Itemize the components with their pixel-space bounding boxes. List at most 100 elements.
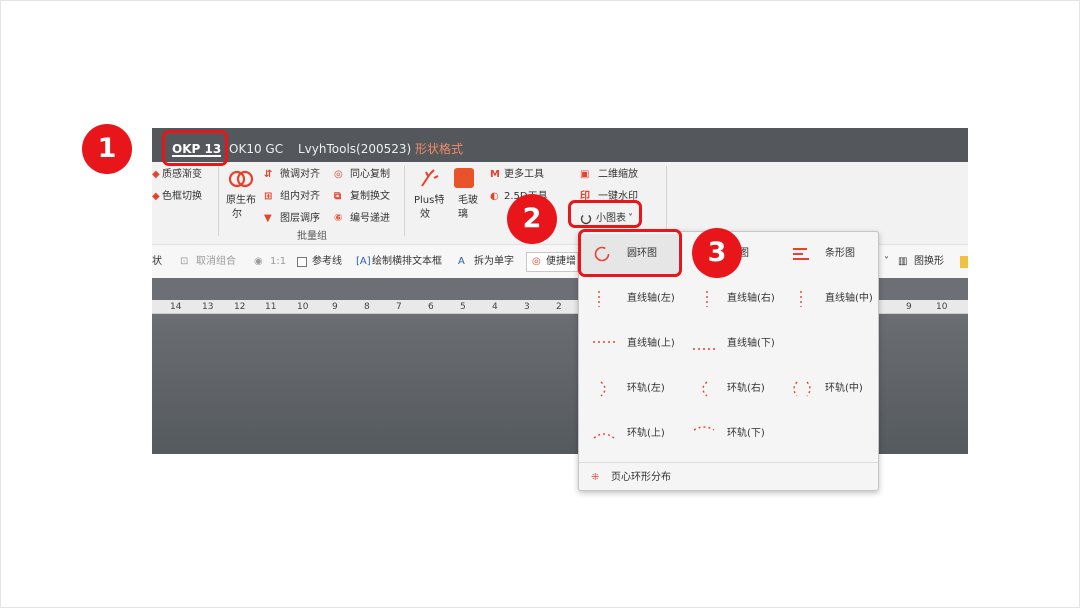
more-tools-button[interactable]: 更多工具 <box>504 168 544 182</box>
menu-item-label: 直线轴(中) <box>825 293 873 304</box>
ruler-tick: 6 <box>428 302 434 312</box>
copy-replace-icon: ⧉ <box>334 191 342 202</box>
texture-gradient-icon: ◆ <box>152 169 160 180</box>
axis-center-icon <box>800 291 802 307</box>
menu-item-label: 直线轴(上) <box>627 338 675 349</box>
axis-left-icon <box>598 291 600 307</box>
menu-item-label: 直线轴(左) <box>627 293 675 304</box>
highlight-box-tab <box>162 130 228 166</box>
chevron-down-icon: ˅ <box>884 256 889 267</box>
ruler-tick: 9 <box>906 302 912 312</box>
number-increment-icon: ⑥ <box>334 213 343 224</box>
distribution-icon: ⁜ <box>591 472 600 483</box>
layer-order-button[interactable]: 图层调序 <box>280 212 320 226</box>
menu-item-orbit-left[interactable]: 环轨(左) <box>581 369 678 409</box>
concentric-copy-button[interactable]: 同心复制 <box>350 168 390 182</box>
ruler-tick: 13 <box>202 302 214 312</box>
ruler-tick: 14 <box>170 302 182 312</box>
more-tools-icon: M <box>490 169 500 180</box>
ungroup-button[interactable]: 取消组合 <box>196 245 236 279</box>
menu-item-axis-center[interactable]: 直线轴(中) <box>779 279 876 319</box>
ratio-button[interactable]: 1:1 <box>270 245 286 279</box>
glass-icon <box>454 168 474 188</box>
orbit-center-icon <box>793 381 811 397</box>
menu-item-label: 环轨(上) <box>627 428 665 439</box>
ribbon-separator <box>666 166 667 236</box>
guides-label: 参考线 <box>312 256 342 267</box>
menu-item-orbit-bottom[interactable]: 环轨(下) <box>681 414 777 454</box>
menu-item-axis-left[interactable]: 直线轴(左) <box>581 279 678 319</box>
tab-lvyhtools[interactable]: LvyhTools(200523) <box>298 128 411 162</box>
axis-bottom-icon <box>693 348 715 350</box>
draw-textbox-button[interactable]: 绘制横排文本框 <box>372 245 442 279</box>
plus-effect-label-1[interactable]: Plus特 <box>414 194 444 208</box>
menu-item-label: 直线轴(下) <box>727 338 775 349</box>
split-text-icon: A <box>458 256 465 267</box>
fine-align-icon: ⇵ <box>264 169 273 180</box>
menu-item-orbit-top[interactable]: 环轨(上) <box>581 414 678 454</box>
highlight-box-ring-chart <box>578 229 682 277</box>
ruler-tick: 9 <box>332 302 338 312</box>
ribbon-separator <box>404 166 405 236</box>
menu-item-orbit-right[interactable]: 环轨(右) <box>681 369 777 409</box>
quick-add-icon: ◎ <box>532 256 541 267</box>
ruler-tick: 4 <box>492 302 498 312</box>
menu-item-center-ring-distribution[interactable]: ⁜ 页心环形分布 <box>579 462 878 492</box>
menu-item-label: 环轨(中) <box>825 383 863 394</box>
group-align-button[interactable]: 组内对齐 <box>280 190 320 204</box>
menu-item-label: 环轨(下) <box>727 428 765 439</box>
step-badge-3: 3 <box>692 228 742 278</box>
orbit-bottom-icon <box>693 426 715 431</box>
tool-2-icon: ◐ <box>490 191 499 202</box>
axis-right-icon <box>706 291 708 307</box>
menu-item-label: 环轨(右) <box>727 383 765 394</box>
menu-item-axis-bottom[interactable]: 直线轴(下) <box>681 324 777 364</box>
menu-item-orbit-center[interactable]: 环轨(中) <box>779 369 876 409</box>
texture-gradient-button[interactable]: 质感渐变 <box>162 168 202 182</box>
menu-item-axis-top[interactable]: 直线轴(上) <box>581 324 678 364</box>
step-badge-2: 2 <box>507 194 557 244</box>
batch-group-label: 批量组 <box>297 231 327 242</box>
group-align-icon: ⊞ <box>264 191 273 202</box>
menu-item-bar-chart[interactable]: 条形图 <box>779 234 876 274</box>
tab-shape-format[interactable]: 形状格式 <box>415 128 463 162</box>
orbit-left-icon <box>600 381 606 397</box>
ruler-tick: 11 <box>265 302 277 312</box>
menu-item-axis-right[interactable]: 直线轴(右) <box>681 279 777 319</box>
textbox-icon: [A] <box>356 256 371 267</box>
plus-effect-label-2[interactable]: 效 <box>420 208 430 222</box>
image-to-shape-button[interactable]: 图换形 <box>914 245 944 279</box>
axis-top-icon <box>593 341 615 343</box>
fine-align-button[interactable]: 微调对齐 <box>280 168 320 182</box>
guides-checkbox[interactable] <box>297 257 307 267</box>
image-to-shape-icon: ▥ <box>898 256 908 267</box>
ruler-tick: 8 <box>364 302 370 312</box>
native-boolean-label-1[interactable]: 原生布 <box>226 194 256 208</box>
ruler-tick: 3 <box>524 302 530 312</box>
ribbon-tab-bar: OKP 13 OK10 GC LvyhTools(200523) 形状格式 <box>152 128 968 162</box>
split-text-button[interactable]: 拆为单字 <box>474 245 514 279</box>
menu-item-label: 直线轴(右) <box>727 293 775 304</box>
copy-replace-button[interactable]: 复制换文 <box>350 190 390 204</box>
native-boolean-label-2[interactable]: 尔 <box>232 208 242 222</box>
orbit-top-icon <box>593 433 615 439</box>
concentric-copy-icon: ◎ <box>334 169 343 180</box>
color-frame-button[interactable]: 色框切换 <box>162 190 202 204</box>
orbit-right-icon <box>702 381 708 397</box>
menu-item-label: 条形图 <box>825 248 855 259</box>
number-increment-button[interactable]: 编号递进 <box>350 212 390 226</box>
boolean-union-icon <box>228 170 254 188</box>
ruler-tick: 2 <box>556 302 562 312</box>
qr-zoom-icon: ▣ <box>580 169 590 180</box>
qr-zoom-button[interactable]: 二维缩放 <box>598 168 638 182</box>
toolbar-shape-item[interactable]: 状 <box>152 245 162 279</box>
quick-add-button[interactable]: 便捷增 <box>546 245 576 279</box>
bar-icon <box>793 248 809 260</box>
ribbon-separator <box>218 166 219 236</box>
glass-label-2[interactable]: 璃 <box>458 208 468 222</box>
tab-ok10gc[interactable]: OK10 GC <box>229 128 283 162</box>
ruler-tick: 10 <box>936 302 948 312</box>
ruler-tick: 10 <box>297 302 309 312</box>
glass-label-1[interactable]: 毛玻 <box>458 194 478 208</box>
ruler-tick: 5 <box>460 302 466 312</box>
